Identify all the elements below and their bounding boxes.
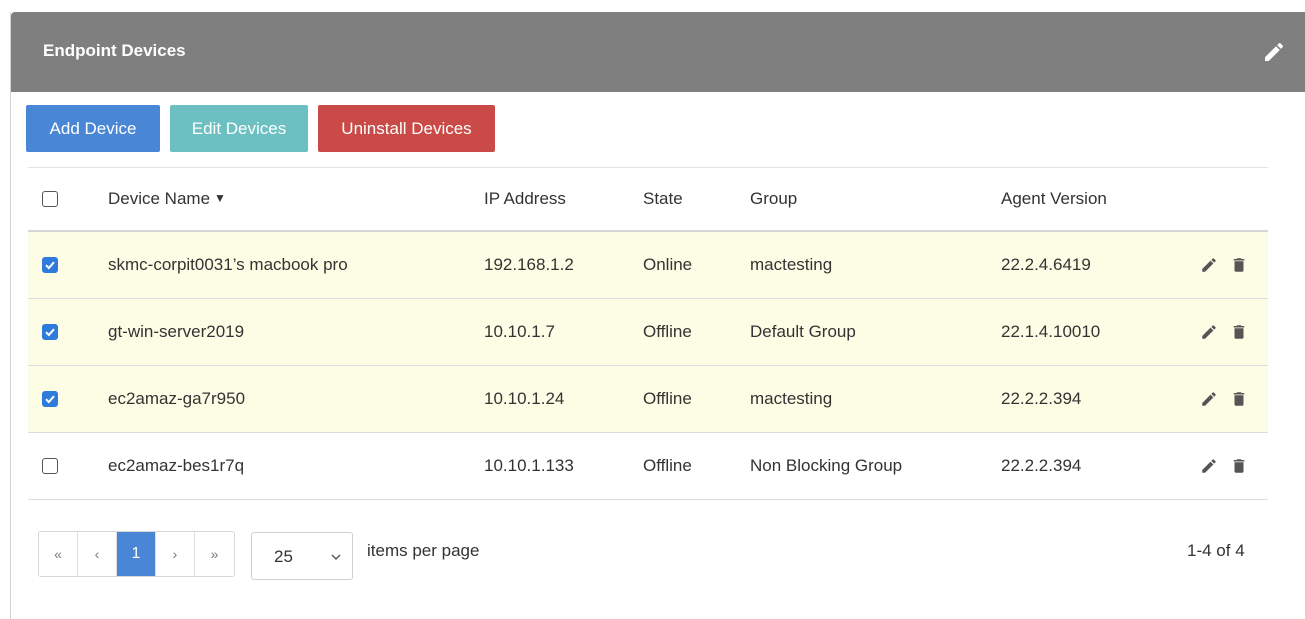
row-select-cell	[42, 458, 58, 474]
select-all-checkbox[interactable]	[42, 191, 58, 207]
pencil-icon[interactable]	[1262, 40, 1286, 64]
column-header-agent-version[interactable]: Agent Version	[1001, 189, 1107, 209]
toolbar: Add Device Edit Devices Uninstall Device…	[26, 105, 495, 153]
edit-pencil-icon[interactable]	[1200, 457, 1218, 475]
trash-icon[interactable]	[1230, 323, 1248, 341]
table-row[interactable]: skmc-corpit0031’s macbook pro 192.168.1.…	[28, 232, 1268, 299]
add-device-button[interactable]: Add Device	[26, 105, 160, 152]
state-cell: Offline	[643, 456, 692, 475]
table-row[interactable]: gt-win-server2019 10.10.1.7 Offline Defa…	[28, 299, 1268, 366]
page-1-button[interactable]: 1	[117, 532, 156, 576]
table-row[interactable]: ec2amaz-bes1r7q 10.10.1.133 Offline Non …	[28, 433, 1268, 500]
sort-desc-icon: ▼	[214, 191, 226, 205]
agent-version-cell: 22.2.2.394	[1001, 389, 1082, 408]
uninstall-devices-button[interactable]: Uninstall Devices	[318, 105, 495, 152]
state-cell: Offline	[643, 322, 692, 341]
state-cell: Online	[643, 255, 693, 274]
group-cell: mactesting	[750, 389, 833, 408]
device-name-cell: gt-win-server2019	[108, 322, 245, 341]
device-name-cell: ec2amaz-ga7r950	[108, 389, 246, 408]
device-name-cell: ec2amaz-bes1r7q	[108, 456, 245, 475]
ip-address-cell: 10.10.1.7	[484, 322, 555, 341]
column-header-label: Device Name	[108, 189, 211, 208]
trash-icon[interactable]	[1230, 457, 1248, 475]
prev-page-button[interactable]: ‹	[78, 532, 117, 576]
checkmark-icon	[45, 261, 55, 270]
column-header-group[interactable]: Group	[750, 189, 797, 209]
row-actions	[1200, 390, 1248, 408]
items-range-label: 1-4 of 4	[1187, 541, 1245, 560]
agent-version-cell: 22.2.4.6419	[1001, 255, 1091, 274]
table-body: skmc-corpit0031’s macbook pro 192.168.1.…	[28, 232, 1268, 500]
ip-address-cell: 10.10.1.24	[484, 389, 565, 408]
first-page-button[interactable]: «	[39, 532, 78, 576]
edit-pencil-icon[interactable]	[1200, 323, 1218, 341]
last-page-button[interactable]: »	[195, 532, 234, 576]
checkmark-icon	[45, 328, 55, 337]
row-checkbox[interactable]	[42, 257, 58, 273]
row-checkbox[interactable]	[42, 324, 58, 340]
checkmark-icon	[45, 395, 55, 404]
column-header-device-name[interactable]: Device Name ▼	[108, 189, 226, 209]
chevron-down-icon	[331, 554, 341, 560]
ip-address-cell: 10.10.1.133	[484, 456, 574, 475]
device-name-cell: skmc-corpit0031’s macbook pro	[108, 255, 348, 274]
row-actions	[1200, 256, 1248, 274]
table-row[interactable]: ec2amaz-ga7r950 10.10.1.24 Offline macte…	[28, 366, 1268, 433]
state-cell: Offline	[643, 389, 692, 408]
devices-table: Device Name ▼ IP Address State Group Agen…	[28, 167, 1268, 500]
group-cell: Non Blocking Group	[750, 456, 903, 475]
table-header-row: Device Name ▼ IP Address State Group Agen…	[28, 167, 1268, 232]
select-all-cell	[42, 191, 58, 207]
group-cell: mactesting	[750, 255, 833, 274]
edit-devices-button[interactable]: Edit Devices	[170, 105, 308, 152]
pagination: « ‹ 1 › »	[38, 531, 235, 577]
trash-icon[interactable]	[1230, 256, 1248, 274]
panel-title: Endpoint Devices	[43, 41, 186, 60]
column-header-state[interactable]: State	[643, 189, 683, 209]
row-actions	[1200, 323, 1248, 341]
edit-pencil-icon[interactable]	[1200, 256, 1218, 274]
row-select-cell	[42, 257, 58, 273]
row-select-cell	[42, 324, 58, 340]
ip-address-cell: 192.168.1.2	[484, 255, 574, 274]
agent-version-cell: 22.1.4.10010	[1001, 322, 1101, 341]
group-cell: Default Group	[750, 322, 856, 341]
edit-pencil-icon[interactable]	[1200, 390, 1218, 408]
next-page-button[interactable]: ›	[156, 532, 195, 576]
items-per-page-label: items per page	[367, 541, 480, 560]
page-size-value: 25	[274, 547, 293, 566]
agent-version-cell: 22.2.2.394	[1001, 456, 1082, 475]
row-select-cell	[42, 391, 58, 407]
page-size-select[interactable]: 25	[251, 532, 353, 580]
row-checkbox[interactable]	[42, 391, 58, 407]
row-actions	[1200, 457, 1248, 475]
column-header-ip-address[interactable]: IP Address	[484, 189, 566, 209]
row-checkbox[interactable]	[42, 458, 58, 474]
panel-header: Endpoint Devices	[11, 12, 1305, 92]
trash-icon[interactable]	[1230, 390, 1248, 408]
